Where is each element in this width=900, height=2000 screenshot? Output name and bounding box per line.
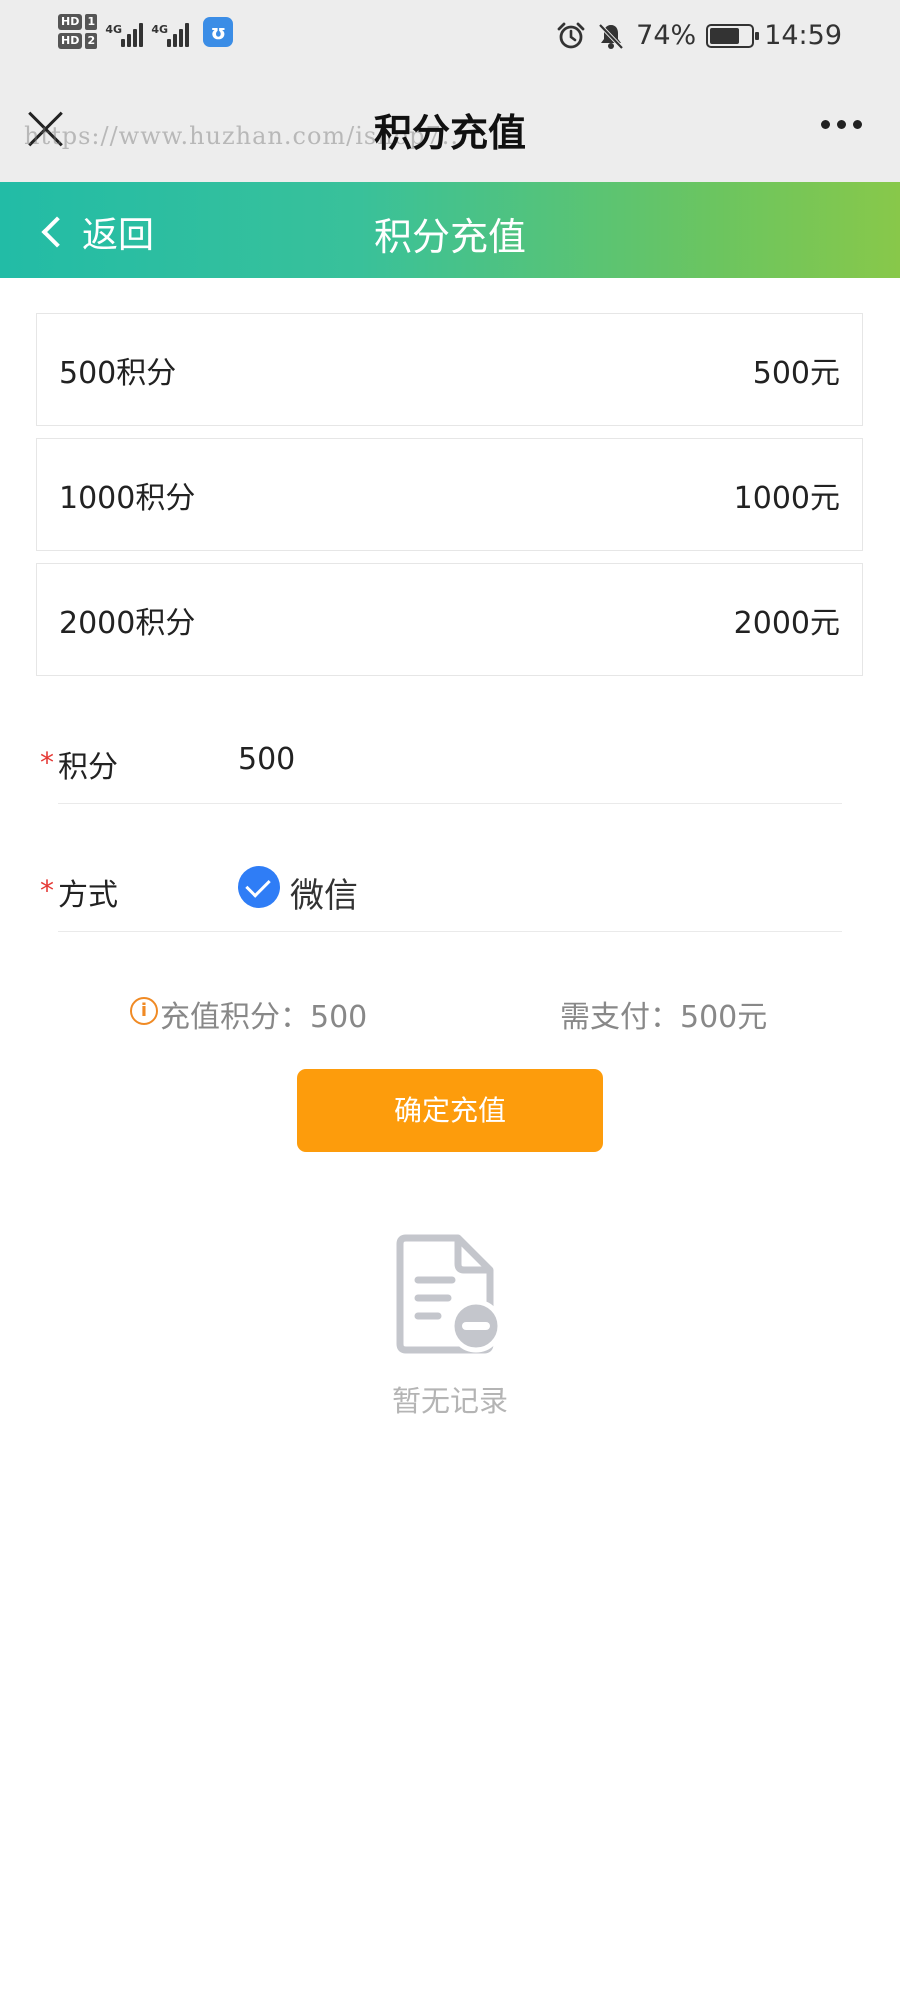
package-points: 500积分 (59, 355, 177, 391)
page-title: 积分充值 (373, 111, 526, 155)
empty-state-text: 暂无记录 (391, 1384, 508, 1418)
payment-summary: i 充值积分：500 需支付：500元 (0, 990, 900, 1036)
more-options-icon[interactable] (821, 120, 862, 129)
sim-number: 2 (85, 33, 98, 49)
battery-fill (710, 27, 740, 44)
hd-badge: HD (58, 33, 83, 49)
empty-record-icon (396, 1234, 503, 1354)
recharge-points-text: 充值积分：500 (160, 1000, 368, 1035)
hd-indicators: HD 1 HD 2 (58, 14, 98, 49)
required-mark: * (40, 874, 54, 907)
divider (58, 803, 842, 804)
title-bar: https://www.huzhan.com/ishop7... 积分充值 (0, 78, 900, 182)
method-label: 方式 (58, 878, 118, 913)
checkbox-checked-icon[interactable] (238, 866, 280, 908)
points-input[interactable]: 500 (238, 742, 295, 777)
points-label: 积分 (58, 750, 118, 785)
package-points: 1000积分 (59, 480, 196, 516)
signal-icon: 4G (105, 17, 144, 47)
payment-method-row: * 方式 微信 (40, 832, 842, 960)
package-price: 2000元 (733, 605, 840, 641)
amount-due-text: 需支付：500元 (560, 1000, 768, 1035)
divider (58, 931, 842, 932)
required-mark: * (40, 746, 54, 779)
package-points: 2000积分 (59, 605, 196, 641)
clock: 14:59 (764, 20, 842, 51)
sim-number: 1 (85, 14, 98, 30)
package-option[interactable]: 1000积分 1000元 (36, 438, 863, 551)
battery-percent: 74% (636, 20, 697, 51)
mute-bell-icon (598, 23, 624, 49)
package-option[interactable]: 2000积分 2000元 (36, 563, 863, 676)
package-price: 1000元 (733, 480, 840, 516)
network-type: 4G (105, 22, 123, 36)
alarm-icon (557, 22, 585, 48)
app-header: 返回 积分充值 (0, 182, 900, 278)
status-right: 74% 14:59 (556, 20, 842, 51)
package-option[interactable]: 500积分 500元 (36, 313, 863, 426)
points-row: * 积分 500 (40, 704, 842, 832)
app-notification-icon: ʊ (203, 16, 234, 47)
header-title: 积分充值 (373, 215, 526, 259)
wechat-option-label[interactable]: 微信 (290, 868, 358, 917)
info-icon: i (130, 997, 158, 1025)
package-price: 500元 (752, 355, 840, 391)
hd-badge: HD (58, 14, 83, 30)
signal-icon: 4G (151, 17, 190, 47)
status-left: HD 1 HD 2 4G 4G ʊ (58, 14, 234, 49)
network-type: 4G (151, 22, 169, 36)
battery-icon (706, 23, 760, 48)
confirm-recharge-button[interactable]: 确定充值 (297, 1069, 603, 1152)
status-bar: HD 1 HD 2 4G 4G ʊ 74% 14:59 (0, 0, 900, 78)
